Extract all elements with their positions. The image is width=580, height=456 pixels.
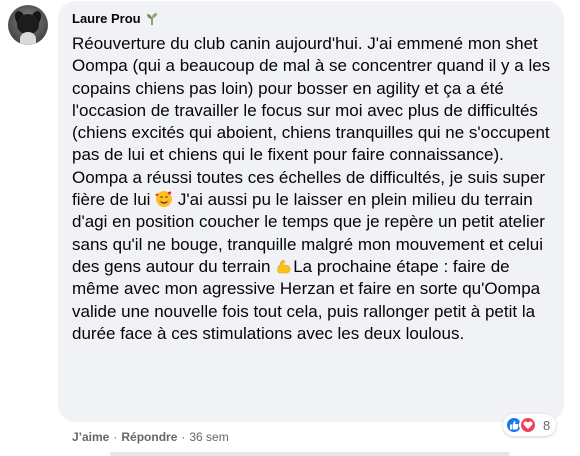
reactions-summary[interactable]: 8 [503,414,557,436]
like-button[interactable]: J’aime [72,430,109,444]
flexed-biceps-emoji [277,260,291,274]
love-icon [519,416,537,434]
heart-icon [523,421,533,429]
next-comment-edge [110,452,510,456]
author-row: Laure Prou [72,11,159,26]
comment-timestamp[interactable]: 36 sem [189,430,228,444]
author-name[interactable]: Laure Prou [72,11,141,26]
separator: · [181,430,186,444]
avatar-dog-chest [20,32,36,45]
separator: · [113,430,118,444]
avatar-dog-head [17,14,39,34]
avatar[interactable] [8,5,48,45]
comment-bubble: Laure Prou Réouverture du club canin auj… [58,1,564,422]
comment-text: Réouverture du club canin aujourd'hui. J… [72,33,552,345]
comment-text-part-1: Réouverture du club canin aujourd'hui. J… [72,34,555,210]
thumbs-up-icon [510,421,519,430]
sprout-icon [146,12,157,25]
reaction-count: 8 [543,417,551,433]
smiling-face-with-hearts-emoji [155,191,173,208]
comment-actions: J’aime · Répondre · 36 sem [72,430,229,444]
reply-button[interactable]: Répondre [121,430,177,444]
